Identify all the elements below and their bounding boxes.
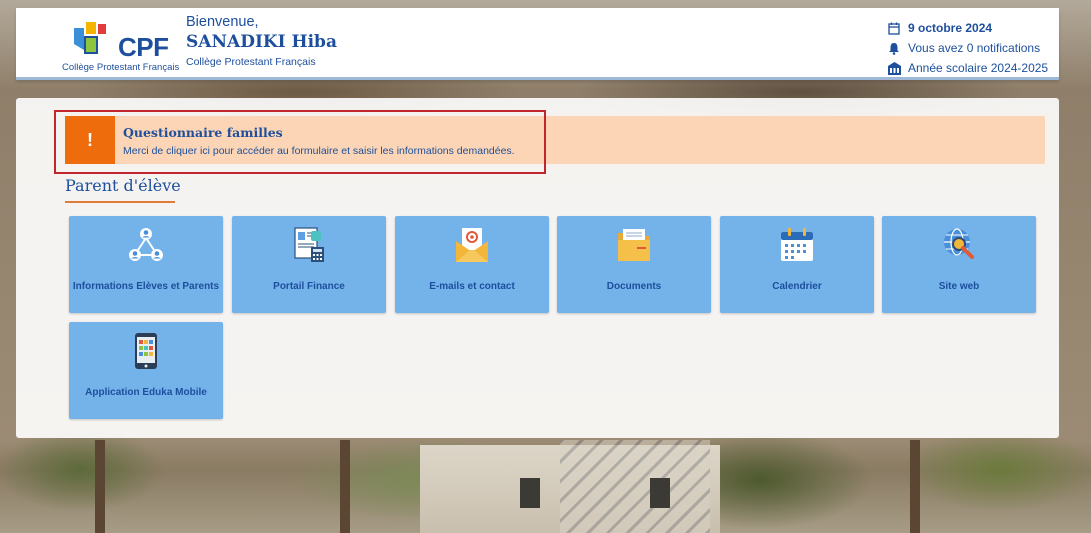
tile-portail-finance[interactable]: Portail Finance (232, 216, 386, 313)
calendar-icon (886, 21, 902, 35)
tile-label: Site web (938, 281, 980, 292)
tile-site-web[interactable]: Site web (882, 216, 1036, 313)
background-window (650, 478, 670, 508)
tile-emails-contact[interactable]: E-mails et contact (395, 216, 549, 313)
tile-label: Calendrier (772, 281, 822, 292)
people-network-icon (129, 228, 163, 261)
folder-icon (618, 229, 650, 261)
tile-label: Documents (606, 281, 662, 292)
background-stairs (560, 440, 710, 533)
school-year-row: Année scolaire 2024-2025 (886, 58, 1048, 78)
header-info: 9 octobre 2024 Vous avez 0 notifications… (886, 18, 1048, 78)
tile-calendrier[interactable]: Calendrier (720, 216, 874, 313)
background-window (520, 478, 540, 508)
main-panel: ! Questionnaire familles Merci de clique… (16, 98, 1059, 438)
tile-label: Application Eduka Mobile (85, 387, 207, 398)
background-tree (95, 440, 105, 533)
background-tree (340, 440, 350, 533)
section-title: Parent d'élève (65, 176, 181, 195)
notifications-link[interactable]: Vous avez 0 notifications (886, 38, 1048, 58)
background-tree (910, 440, 920, 533)
section-underline (65, 201, 175, 203)
tile-label: Informations Elèves et Parents (72, 281, 220, 292)
welcome-line: Bienvenue, (186, 14, 259, 30)
finance-calculator-icon (294, 227, 324, 262)
mail-envelope-icon (456, 228, 488, 262)
notifications-text: Vous avez 0 notifications (908, 41, 1041, 55)
school-building-icon (886, 61, 902, 75)
alert-highlight-box (54, 110, 546, 174)
tile-application-eduka-mobile[interactable]: Application Eduka Mobile (69, 322, 223, 419)
tile-informations-eleves-parents[interactable]: Informations Elèves et Parents (69, 216, 223, 313)
logo-mark-icon (74, 22, 106, 54)
logo-text: CPF (118, 32, 169, 62)
school-year-text: Année scolaire 2024-2025 (908, 61, 1049, 75)
mobile-phone-icon (135, 333, 157, 369)
welcome-block: Bienvenue, SANADIKI Hiba Collège Protest… (186, 14, 337, 68)
school-logo[interactable]: CPF Collège Protestant Français (62, 16, 179, 74)
tile-label: E-mails et contact (429, 281, 515, 292)
header-bar: CPF Collège Protestant Français Bienvenu… (16, 8, 1059, 80)
calendar-icon (781, 228, 813, 261)
bell-icon (886, 41, 902, 55)
logo-subtitle: Collège Protestant Français (62, 62, 180, 73)
school-name: Collège Protestant Français (186, 56, 316, 68)
tile-label: Portail Finance (273, 281, 345, 292)
tile-documents[interactable]: Documents (557, 216, 711, 313)
user-name: SANADIKI Hiba (186, 32, 337, 52)
date-row: 9 octobre 2024 (886, 18, 1048, 38)
current-date: 9 octobre 2024 (908, 21, 993, 35)
globe-search-icon (944, 228, 974, 259)
